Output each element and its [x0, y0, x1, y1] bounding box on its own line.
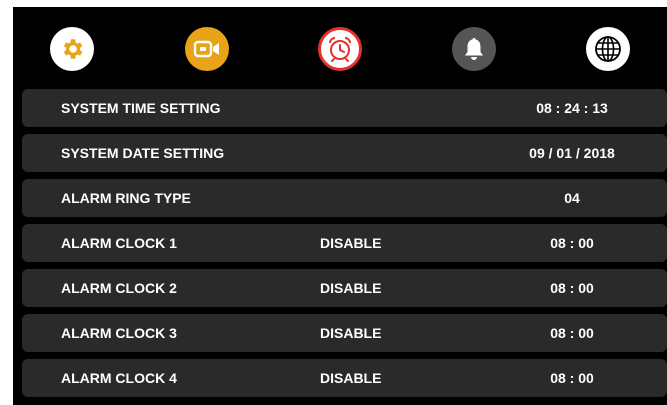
row-label: ALARM CLOCK 3: [61, 325, 177, 341]
alarm-status: DISABLE: [320, 370, 382, 386]
row-label: ALARM CLOCK 2: [61, 280, 177, 296]
alarm-time-value: 08 : 00: [550, 280, 594, 296]
tab-bar: [13, 7, 667, 89]
alarm-time-value: 08 : 00: [550, 325, 594, 341]
alarm-clock-2-row[interactable]: ALARM CLOCK 2 DISABLE 08 : 00: [22, 269, 667, 307]
row-label: ALARM CLOCK 4: [61, 370, 177, 386]
tab-ringtone[interactable]: [452, 27, 496, 71]
alarm-status: DISABLE: [320, 235, 382, 251]
alarm-clock-3-row[interactable]: ALARM CLOCK 3 DISABLE 08 : 00: [22, 314, 667, 352]
alarm-clock-1-row[interactable]: ALARM CLOCK 1 DISABLE 08 : 00: [22, 224, 667, 262]
alarm-clock-icon: [329, 37, 351, 62]
ring-type-value: 04: [564, 190, 580, 206]
alarm-ring-type-row[interactable]: ALARM RING TYPE 04: [22, 179, 667, 217]
alarm-settings-screen: SYSTEM TIME SETTING 08 : 24 : 13 SYSTEM …: [13, 7, 667, 405]
time-value: 08 : 24 : 13: [536, 100, 608, 116]
row-label: ALARM CLOCK 1: [61, 235, 177, 251]
row-label: ALARM RING TYPE: [61, 190, 191, 206]
globe-icon: [595, 36, 621, 62]
alarm-clock-4-row[interactable]: ALARM CLOCK 4 DISABLE 08 : 00: [22, 359, 667, 397]
alarm-status: DISABLE: [320, 280, 382, 296]
date-value: 09 / 01 / 2018: [529, 145, 615, 161]
alarm-time-value: 08 : 00: [550, 370, 594, 386]
gear-icon: [63, 39, 83, 59]
system-date-row[interactable]: SYSTEM DATE SETTING 09 / 01 / 2018: [22, 134, 667, 172]
row-label: SYSTEM DATE SETTING: [61, 145, 225, 161]
bell-icon: [465, 38, 483, 60]
row-label: SYSTEM TIME SETTING: [61, 100, 221, 116]
system-time-row[interactable]: SYSTEM TIME SETTING 08 : 24 : 13: [22, 89, 667, 127]
video-camera-icon: [193, 40, 219, 58]
tab-video[interactable]: [185, 27, 229, 71]
tab-settings[interactable]: [50, 27, 94, 71]
tab-alarm[interactable]: [318, 27, 362, 71]
alarm-status: DISABLE: [320, 325, 382, 341]
tab-language[interactable]: [586, 27, 630, 71]
alarm-time-value: 08 : 00: [550, 235, 594, 251]
